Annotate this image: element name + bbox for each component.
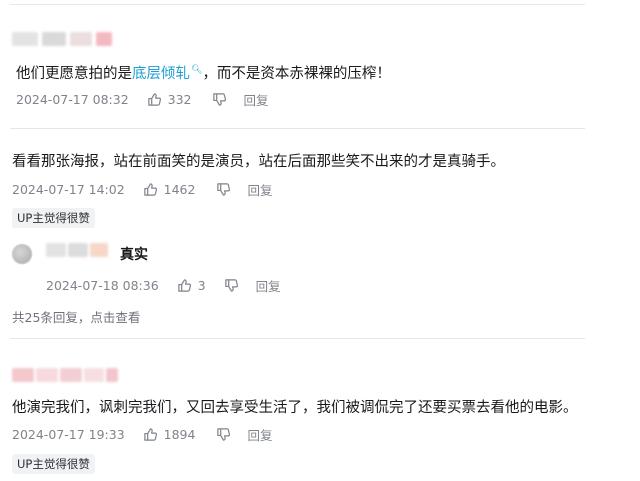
sub-reply-username[interactable] bbox=[46, 243, 108, 259]
thumb-down-icon[interactable] bbox=[215, 426, 231, 442]
comment-2-text: 看看那张海报，站在前面笑的是演员，站在后面那些笑不出来的才是真骑手。 bbox=[12, 154, 505, 170]
up-liked-badge: UP主觉得很赞 bbox=[12, 208, 95, 228]
like-count: 332 bbox=[167, 91, 192, 107]
reply-button[interactable]: 回复 bbox=[247, 425, 272, 444]
comment-time: 2024-07-17 08:32 bbox=[16, 91, 129, 107]
comment-time: 2024-07-17 19:33 bbox=[12, 426, 125, 442]
comment-time: 2024-07-17 14:02 bbox=[12, 181, 125, 197]
avatar[interactable] bbox=[12, 244, 32, 264]
comment-1-meta: 2024-07-17 08:32 332 回复 bbox=[16, 90, 269, 108]
thumb-down-icon[interactable] bbox=[224, 277, 240, 293]
comment-3-text: 他演完我们，讽刺完我们，又回去享受生活了，我们被调侃完了还要买票去看他的电影。 bbox=[12, 400, 578, 416]
thumb-down-icon[interactable] bbox=[212, 91, 228, 107]
thumb-up-icon[interactable] bbox=[147, 91, 163, 107]
like-count: 1462 bbox=[163, 181, 196, 197]
up-liked-badge: UP主觉得很赞 bbox=[12, 454, 95, 474]
thumb-up-icon[interactable] bbox=[143, 181, 159, 197]
like-count: 3 bbox=[197, 277, 206, 293]
username-3[interactable] bbox=[12, 368, 118, 384]
thumb-up-icon[interactable] bbox=[143, 426, 159, 442]
thumb-up-icon[interactable] bbox=[177, 277, 193, 293]
comment-divider bbox=[10, 128, 585, 129]
comment-3-meta: 2024-07-17 19:33 1894 回复 bbox=[12, 425, 272, 443]
comment-1-text: 他们更愿意拍的是底层倾轧🔍︎，而不是资本赤裸裸的压榨！ bbox=[16, 65, 391, 82]
comment-2-meta: 2024-07-17 14:02 1462 回复 bbox=[12, 180, 272, 198]
reply-time: 2024-07-18 08:36 bbox=[46, 277, 159, 293]
reply-button[interactable]: 回复 bbox=[247, 180, 272, 199]
sub-reply-text: 真实 bbox=[120, 247, 148, 263]
thumb-down-icon[interactable] bbox=[215, 181, 231, 197]
comment-divider bbox=[10, 338, 585, 339]
top-divider bbox=[10, 4, 585, 5]
view-more-replies-link[interactable]: 共25条回复，点击查看 bbox=[12, 307, 140, 326]
like-count: 1894 bbox=[163, 426, 196, 442]
search-link[interactable]: 底层倾轧🔍︎ bbox=[132, 65, 203, 82]
reply-button[interactable]: 回复 bbox=[256, 276, 281, 295]
search-icon: 🔍︎ bbox=[191, 65, 203, 75]
sub-reply-meta: 2024-07-18 08:36 3 回复 bbox=[46, 276, 281, 294]
username-1[interactable] bbox=[12, 32, 112, 48]
reply-button[interactable]: 回复 bbox=[244, 90, 269, 109]
